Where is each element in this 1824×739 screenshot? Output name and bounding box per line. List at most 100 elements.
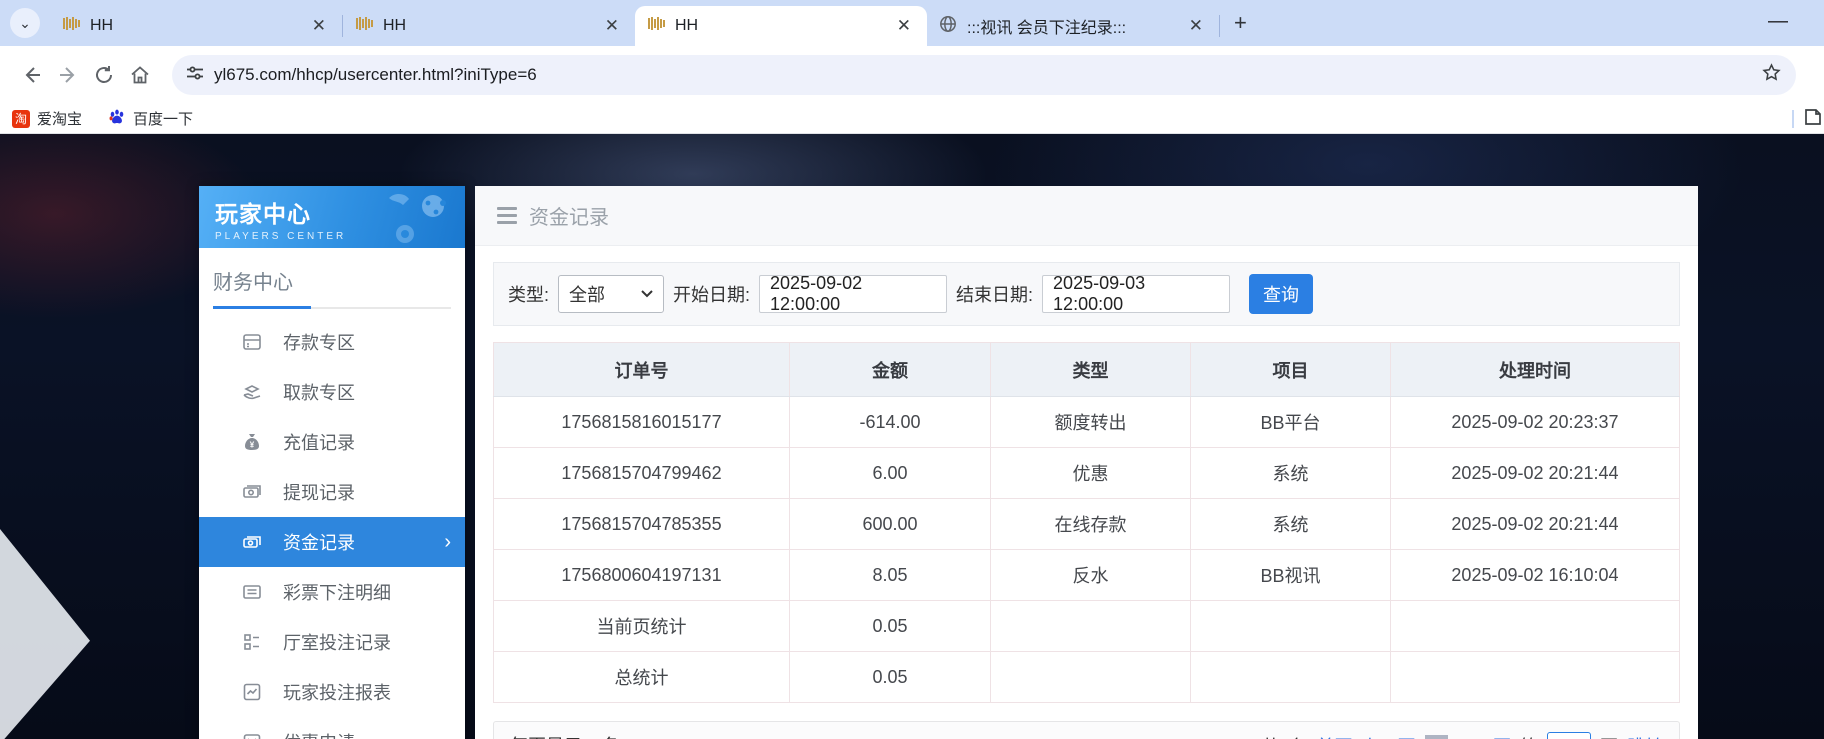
sidebar-item-label: 优惠申请 (283, 729, 355, 739)
close-icon[interactable]: ✕ (308, 16, 330, 36)
first-page-link[interactable]: 首页 (1317, 733, 1353, 739)
main-panel: 资金记录 类型: 全部 开始日期: 2025-09-02 12:00:00 结束… (475, 186, 1698, 739)
sidebar-item-withdraw-zone[interactable]: 取款专区 (199, 367, 465, 417)
bookmarks-divider (1792, 110, 1794, 128)
sidebar-item-label: 玩家投注报表 (283, 679, 391, 705)
tab-search-button[interactable]: ⌄ (10, 8, 40, 38)
svg-text:¥: ¥ (250, 441, 255, 450)
bookmark-aitaobao[interactable]: 淘 爱淘宝 (12, 108, 82, 129)
table-cell: 1756815704785355 (494, 499, 790, 550)
tab-title: HH (675, 17, 883, 35)
sidebar-item-recharge-records[interactable]: ¥ 充值记录 (199, 417, 465, 467)
close-icon[interactable]: ✕ (893, 16, 915, 36)
background-triangle-decoration (0, 529, 90, 739)
table-cell (1391, 601, 1680, 652)
site-settings-icon[interactable] (186, 64, 204, 87)
close-icon[interactable]: ✕ (601, 16, 623, 36)
page-title: 资金记录 (529, 201, 609, 230)
table-row: 总统计0.05 (494, 652, 1680, 703)
table-cell (1391, 652, 1680, 703)
deposit-terminal-icon (241, 331, 263, 353)
forward-icon[interactable] (50, 57, 86, 93)
total-count-text: 共4条 (1262, 733, 1308, 739)
table-cell: 系统 (1191, 448, 1391, 499)
page-background: 玩家中心 PLAYERS CENTER 财务中心 存款专区 取款专区 ¥ 充值记… (0, 134, 1824, 739)
money-bag-icon: ¥ (241, 431, 263, 453)
browser-toolbar: yl675.com/hhcp/usercenter.html?iniType=6 (0, 46, 1824, 104)
list-layout-icon (241, 631, 263, 653)
prev-page-link[interactable]: 上一页 (1362, 733, 1416, 739)
bookmark-baidu[interactable]: 百度一下 (108, 108, 193, 130)
tab-video-records[interactable]: :::视讯 会员下注纪录::: ✕ (927, 6, 1219, 46)
table-cell: 总统计 (494, 652, 790, 703)
bookmarks-bar-edge (1792, 104, 1824, 134)
table-row: 1756815816015177-614.00额度转出BB平台2025-09-0… (494, 397, 1680, 448)
home-icon[interactable] (122, 57, 158, 93)
menu-icon (497, 207, 517, 224)
table-cell: BB视讯 (1191, 550, 1391, 601)
table-cell: 2025-09-02 20:21:44 (1391, 448, 1680, 499)
sidebar-header: 玩家中心 PLAYERS CENTER (199, 186, 465, 248)
table-cell (1191, 652, 1391, 703)
globe-icon (939, 15, 957, 38)
report-chart-icon (241, 681, 263, 703)
window-minimize-button[interactable]: — (1768, 10, 1788, 33)
sidebar-divider (213, 307, 451, 309)
table-header-cell: 订单号 (494, 343, 790, 397)
bookmark-star-icon[interactable] (1761, 62, 1782, 88)
table-row: 17568157047994626.00优惠系统2025-09-02 20:21… (494, 448, 1680, 499)
table-row: 当前页统计0.05 (494, 601, 1680, 652)
baidu-paw-icon (108, 108, 126, 130)
type-select[interactable]: 全部 (558, 275, 664, 313)
jump-button[interactable]: 跳转 (1627, 733, 1663, 739)
new-tab-button[interactable]: + (1234, 10, 1247, 36)
tab-strip: ⌄ HH ✕ HH ✕ HH ✕ :::视讯 会员下注纪录::: ✕ + — (0, 0, 1824, 46)
start-date-input[interactable]: 2025-09-02 12:00:00 (759, 275, 947, 313)
site-logo-icon (647, 16, 665, 36)
sidebar-item-player-bet-report[interactable]: 玩家投注报表 (199, 667, 465, 717)
table-header-cell: 项目 (1191, 343, 1391, 397)
sidebar-item-label: 资金记录 (283, 529, 355, 555)
close-icon[interactable]: ✕ (1185, 16, 1207, 36)
sidebar-item-deposit-zone[interactable]: 存款专区 (199, 317, 465, 367)
table-cell: 0.05 (790, 601, 991, 652)
tab-hh-active[interactable]: HH ✕ (635, 6, 927, 46)
sidebar-item-label: 存款专区 (283, 329, 355, 355)
current-page-badge: 1 (1425, 735, 1448, 739)
hand-money-icon (241, 381, 263, 403)
table-cell: 系统 (1191, 499, 1391, 550)
table-cell: 在线存款 (991, 499, 1191, 550)
tab-hh-1[interactable]: HH ✕ (50, 6, 342, 46)
sidebar-item-withdrawal-records[interactable]: 提现记录 (199, 467, 465, 517)
table-cell (1191, 601, 1391, 652)
jump-page-input[interactable] (1547, 732, 1591, 739)
sidebar-item-promo-apply[interactable]: 优惠申请 (199, 717, 465, 739)
fund-records-table: 订单号金额类型项目处理时间 1756815816015177-614.00额度转… (493, 342, 1680, 703)
address-bar[interactable]: yl675.com/hhcp/usercenter.html?iniType=6 (172, 55, 1796, 95)
sidebar-item-hall-bet-records[interactable]: 厅室投注记录 (199, 617, 465, 667)
tab-title: HH (90, 17, 298, 35)
table-cell: 反水 (991, 550, 1191, 601)
taobao-icon: 淘 (12, 110, 30, 128)
sidebar-item-lottery-bet-details[interactable]: 彩票下注明细 (199, 567, 465, 617)
side-panel-icon[interactable] (1802, 106, 1824, 133)
sidebar-item-label: 充值记录 (283, 429, 355, 455)
url-text[interactable]: yl675.com/hhcp/usercenter.html?iniType=6 (214, 65, 1761, 85)
end-date-input[interactable]: 2025-09-03 12:00:00 (1042, 275, 1230, 313)
tab-title: :::视讯 会员下注纪录::: (967, 14, 1175, 38)
end-date-label: 结束日期: (956, 281, 1033, 307)
tab-hh-2[interactable]: HH ✕ (343, 6, 635, 46)
sidebar-item-fund-records[interactable]: 资金记录 › (199, 517, 465, 567)
query-button[interactable]: 查询 (1249, 274, 1313, 314)
table-cell: 优惠 (991, 448, 1191, 499)
table-header-cell: 金额 (790, 343, 991, 397)
reload-icon[interactable] (86, 57, 122, 93)
next-page-link[interactable]: 下一页 (1457, 733, 1511, 739)
back-icon[interactable] (14, 57, 50, 93)
table-row: 17568006041971318.05反水BB视讯2025-09-02 16:… (494, 550, 1680, 601)
table-header-row: 订单号金额类型项目处理时间 (494, 343, 1680, 397)
table-cell: 当前页统计 (494, 601, 790, 652)
chevron-right-icon: › (444, 531, 451, 554)
ticket-list-icon (241, 581, 263, 603)
table-header-cell: 类型 (991, 343, 1191, 397)
